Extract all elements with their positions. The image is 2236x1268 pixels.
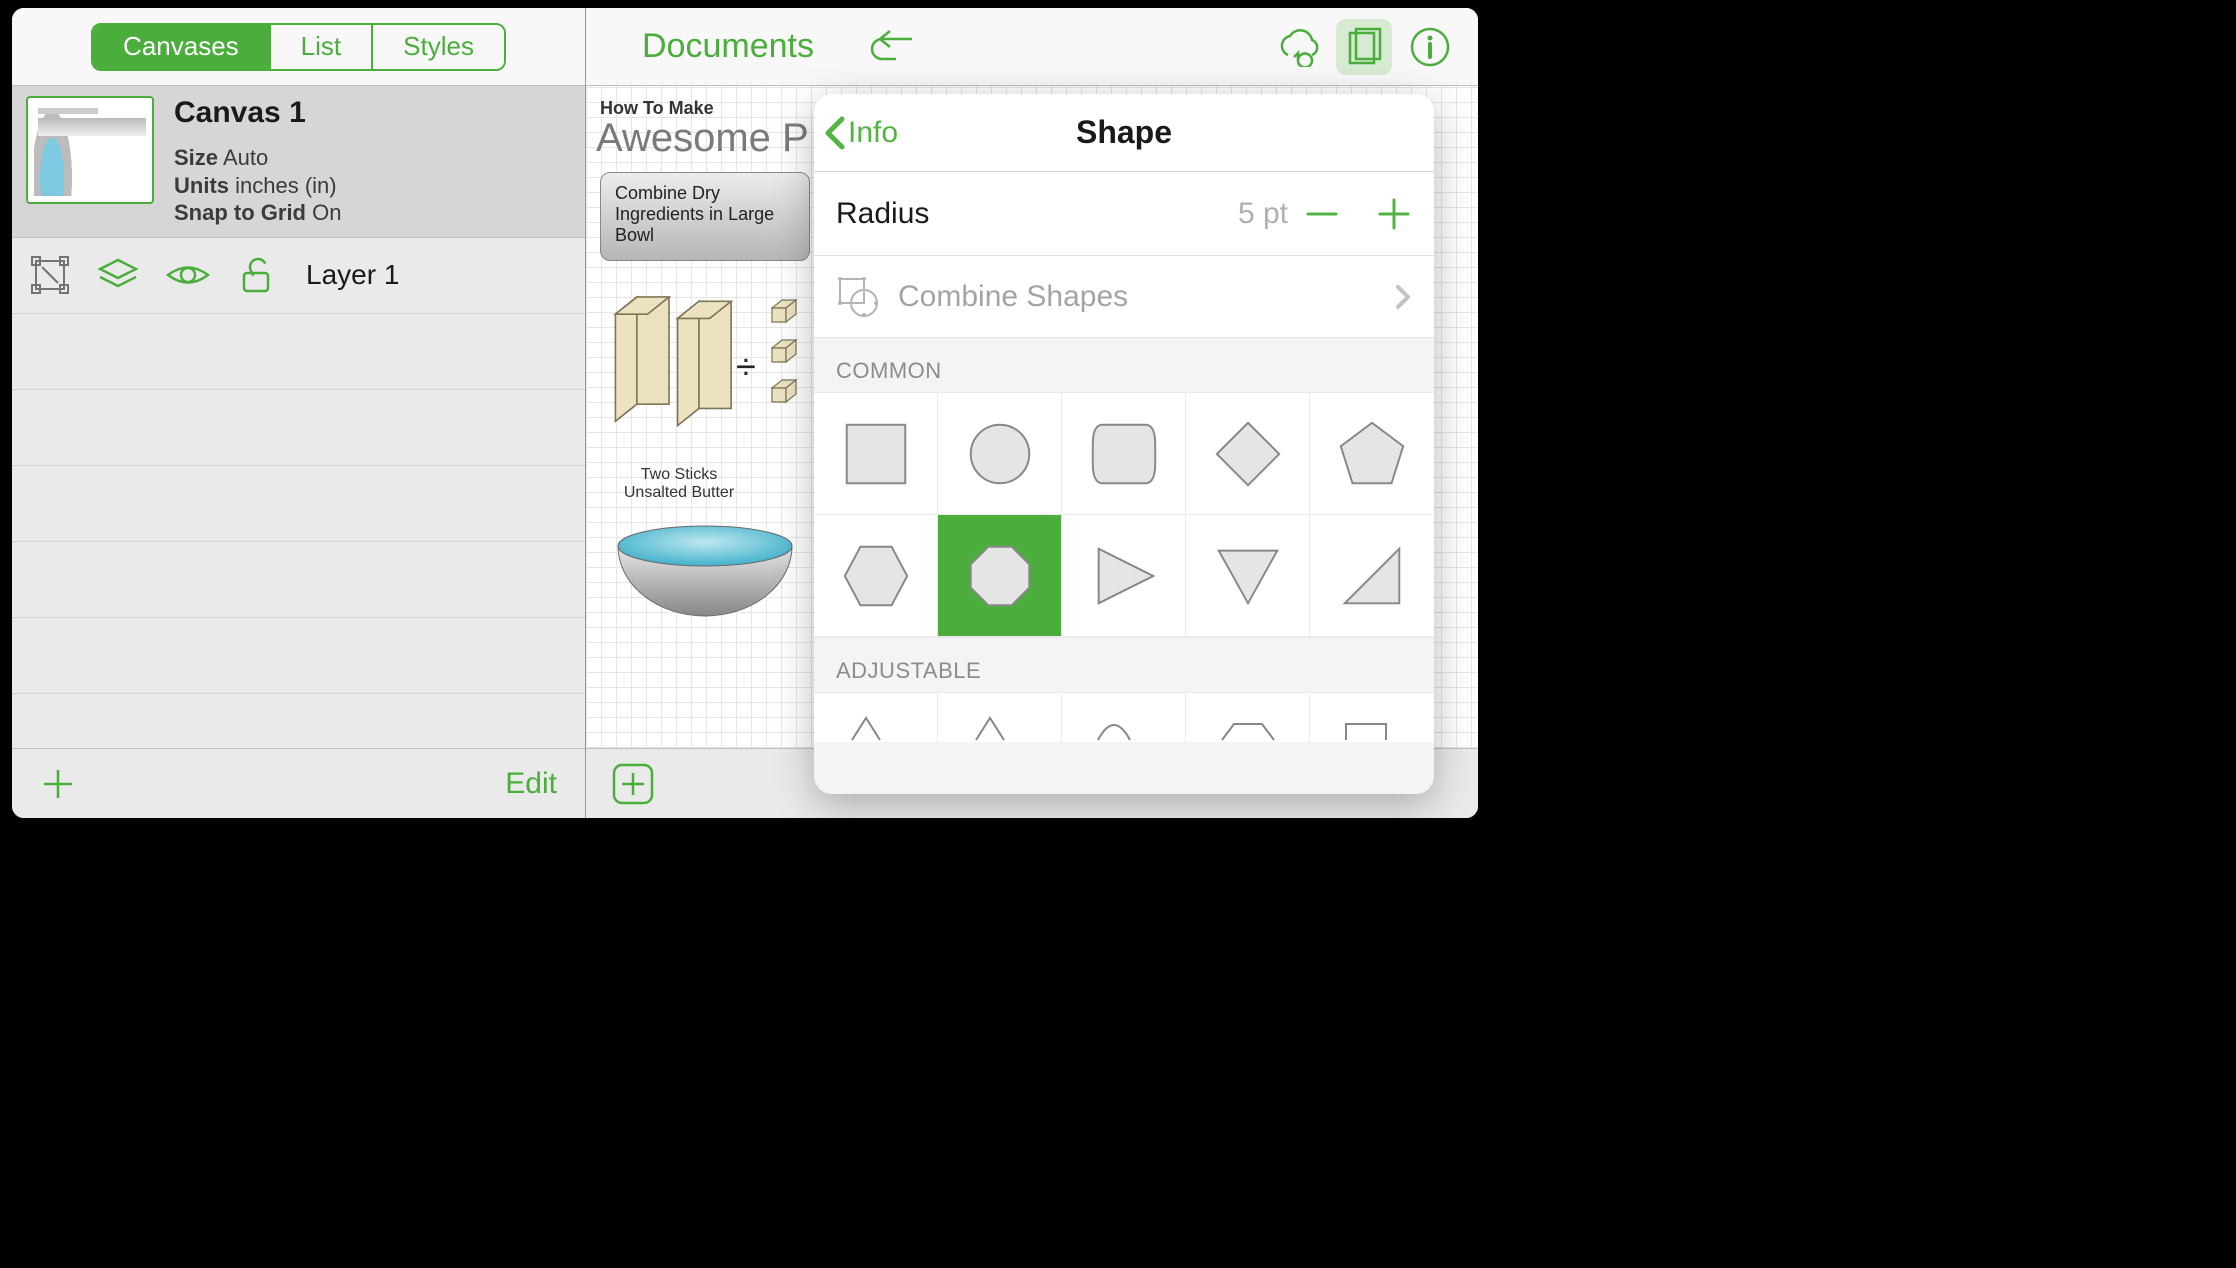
- shape-rounded-rect[interactable]: [1062, 393, 1186, 515]
- size-label: Size: [174, 145, 218, 170]
- shape-popover: Info Shape Radius 5 pt Combine Shapes CO…: [814, 94, 1434, 794]
- back-label: Info: [848, 116, 898, 150]
- sidebar-segmented-bar: Canvases List Styles: [12, 8, 585, 86]
- canvas-thumbnail[interactable]: [26, 96, 154, 204]
- shape-circle[interactable]: [938, 393, 1062, 515]
- undo-icon[interactable]: [864, 27, 924, 67]
- sidebar: Canvases List Styles Canvas 1 Size Auto …: [12, 8, 586, 818]
- combine-shapes-row[interactable]: Combine Shapes: [814, 256, 1434, 338]
- minus-icon[interactable]: [1304, 196, 1340, 232]
- combine-shapes-icon: [836, 275, 880, 319]
- empty-row: [12, 618, 585, 694]
- shape-rectangle[interactable]: [814, 393, 938, 515]
- popover-back-button[interactable]: Info: [822, 115, 898, 151]
- plus-icon[interactable]: [40, 766, 76, 802]
- units-label: Units: [174, 173, 229, 198]
- inspector-icon[interactable]: [1336, 19, 1392, 75]
- shape-diamond[interactable]: [1186, 393, 1310, 515]
- empty-row: [12, 314, 585, 390]
- combine-label: Combine Shapes: [898, 280, 1128, 314]
- seg-styles[interactable]: Styles: [373, 25, 504, 69]
- radius-row: Radius 5 pt: [814, 172, 1434, 256]
- divide-symbol: ÷: [736, 346, 756, 388]
- shape-play-triangle[interactable]: [1062, 515, 1186, 637]
- layer-name: Layer 1: [306, 259, 399, 291]
- radius-stepper: [1304, 196, 1412, 232]
- segmented-control: Canvases List Styles: [91, 23, 506, 71]
- popover-header: Info Shape: [814, 94, 1434, 172]
- sidebar-toolbar: Edit: [12, 748, 585, 818]
- documents-button[interactable]: Documents: [642, 27, 814, 66]
- canvas-title: Canvas 1: [174, 96, 341, 130]
- shape-pentagon[interactable]: [1310, 393, 1434, 515]
- snap-label: Snap to Grid: [174, 200, 306, 225]
- bowl-shape[interactable]: [612, 524, 798, 654]
- shape-right-triangle[interactable]: [1310, 515, 1434, 637]
- visibility-icon[interactable]: [166, 260, 210, 290]
- selection-handles-icon: [30, 255, 70, 295]
- empty-row: [12, 466, 585, 542]
- adjustable-row-peek: [814, 692, 1434, 742]
- radius-label: Radius: [836, 197, 929, 231]
- empty-row: [12, 542, 585, 618]
- plus-icon[interactable]: [1376, 196, 1412, 232]
- radius-value: 5 pt: [1238, 197, 1288, 231]
- chevron-right-icon: [1394, 283, 1412, 311]
- seg-canvases[interactable]: Canvases: [93, 25, 271, 69]
- canvas-info-panel[interactable]: Canvas 1 Size Auto Units inches (in) Sna…: [12, 86, 585, 238]
- info-icon[interactable]: [1402, 19, 1458, 75]
- seg-list[interactable]: List: [271, 25, 373, 69]
- main-toolbar: Documents: [586, 8, 1478, 86]
- shape-octagon[interactable]: [938, 515, 1062, 637]
- shape-hexagon[interactable]: [814, 515, 938, 637]
- layer-row[interactable]: Layer 1: [12, 238, 585, 314]
- units-value: inches (in): [235, 173, 336, 198]
- shape-down-triangle[interactable]: [1186, 515, 1310, 637]
- shape-grid: [814, 392, 1434, 638]
- doc-title: Awesome P: [596, 116, 809, 161]
- section-common: COMMON: [814, 338, 1434, 392]
- butter-label: Two SticksUnsalted Butter: [604, 466, 754, 502]
- layers-icon[interactable]: [98, 258, 138, 292]
- unlock-icon[interactable]: [238, 255, 278, 295]
- canvas-meta: Canvas 1 Size Auto Units inches (in) Sna…: [174, 96, 341, 227]
- add-shape-icon[interactable]: [610, 761, 656, 807]
- snap-value: On: [312, 200, 341, 225]
- size-value: Auto: [223, 145, 268, 170]
- empty-row: [12, 390, 585, 466]
- step-box[interactable]: Combine Dry Ingredients in Large Bowl: [600, 172, 810, 261]
- edit-button[interactable]: Edit: [505, 767, 557, 801]
- section-adjustable: ADJUSTABLE: [814, 638, 1434, 692]
- cubes-shape[interactable]: [768, 296, 808, 461]
- cloud-sync-icon[interactable]: [1270, 19, 1326, 75]
- popover-title: Shape: [814, 114, 1434, 151]
- butter-shape[interactable]: [604, 282, 734, 432]
